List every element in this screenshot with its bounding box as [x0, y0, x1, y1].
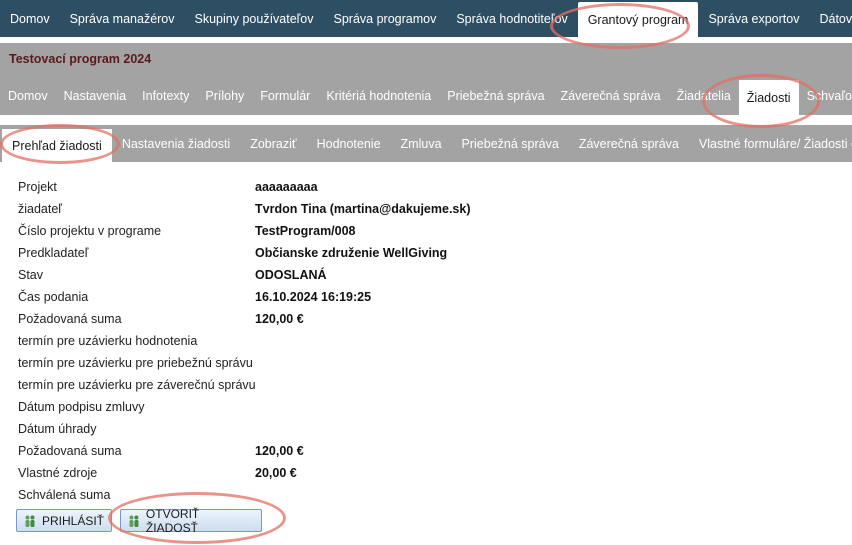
top-tab-grantovy-program[interactable]: Grantový program	[577, 2, 699, 37]
detail-row-predkladatel: Predkladateľ Občianske združenie WellGiv…	[18, 243, 818, 265]
detail-row-ziadatel: žiadateľ Tvrdon Tina (martina@dakujeme.s…	[18, 199, 818, 221]
top-tab-skupiny-pouzivatelov[interactable]: Skupiny používateľov	[185, 0, 324, 37]
detail-label: Stav	[18, 268, 44, 282]
login-button[interactable]: PRIHLÁSIŤ	[16, 509, 112, 532]
detail-row-uzavierka-zaverecna: termín pre uzávierku pre záverečnú správ…	[18, 375, 818, 397]
detail-label: termín pre uzávierku pre záverečnú správ…	[18, 378, 256, 392]
program-tab-prilohy[interactable]: Prílohy	[197, 77, 252, 115]
detail-label: Požadovaná suma	[18, 444, 122, 458]
detail-row-cislo-projektu: Číslo projektu v programe TestProgram/00…	[18, 221, 818, 243]
program-tab-domov[interactable]: Domov	[0, 77, 56, 115]
detail-row-cas-podania: Čas podania 16.10.2024 16:19:25	[18, 287, 818, 309]
program-tab-priebezna-sprava[interactable]: Priebežná správa	[439, 77, 552, 115]
users-icon	[129, 515, 139, 527]
detail-row-uzavierka-priebezna: termín pre uzávierku pre priebežnú správ…	[18, 353, 818, 375]
detail-label: Čas podania	[18, 290, 89, 304]
application-details: Projekt aaaaaaaaa žiadateľ Tvrdon Tina (…	[18, 177, 818, 507]
detail-value: ODOSLANÁ	[255, 268, 327, 282]
program-navigation: Domov Nastavenia Infotexty Prílohy Formu…	[0, 77, 852, 115]
detail-row-pozadovana-suma-2: Požadovaná suma 120,00 €	[18, 441, 818, 463]
detail-row-vlastne-zdroje: Vlastné zdroje 20,00 €	[18, 463, 818, 485]
detail-label: Projekt	[18, 180, 57, 194]
program-tab-infotexty[interactable]: Infotexty	[134, 77, 197, 115]
top-tab-domov[interactable]: Domov	[0, 0, 60, 37]
login-button-label: PRIHLÁSIŤ	[41, 513, 104, 528]
program-tab-nastavenia[interactable]: Nastavenia	[56, 77, 135, 115]
application-tab-prehlad-ziadosti[interactable]: Prehľad žiadosti	[2, 129, 112, 162]
detail-label: Predkladateľ	[18, 246, 89, 260]
detail-row-stav: Stav ODOSLANÁ	[18, 265, 818, 287]
detail-label: Požadovaná suma	[18, 312, 122, 326]
program-tab-ziadatelia[interactable]: Žiadatelia	[669, 77, 739, 115]
detail-value: 16.10.2024 16:19:25	[255, 290, 372, 304]
nav-separator	[0, 115, 852, 125]
detail-row-pozadovana-suma: Požadovaná suma 120,00 €	[18, 309, 818, 331]
detail-row-projekt: Projekt aaaaaaaaa	[18, 177, 818, 199]
application-tab-zobrazit[interactable]: Zobraziť	[240, 125, 306, 162]
detail-row-datum-podpisu: Dátum podpisu zmluvy	[18, 397, 818, 419]
program-title-bar: Testovací program 2024	[0, 43, 852, 77]
detail-label: žiadateľ	[18, 202, 62, 216]
detail-label: Vlastné zdroje	[18, 466, 98, 480]
open-application-button[interactable]: OTVORIŤ ŽIADOSŤ	[120, 506, 262, 535]
application-tab-vlastne-formulare[interactable]: Vlastné formuláre/ Žiadosti o zme	[689, 125, 852, 162]
detail-label: Dátum podpisu zmluvy	[18, 400, 145, 414]
program-title: Testovací program 2024	[9, 52, 152, 66]
top-tab-sprava-exportov[interactable]: Správa exportov	[698, 0, 809, 37]
detail-row-datum-uhrady: Dátum úhrady	[18, 419, 818, 441]
detail-value: aaaaaaaaa	[255, 180, 318, 194]
detail-value: Občianske združenie WellGiving	[255, 246, 448, 260]
detail-label: termín pre uzávierku pre priebežnú správ…	[18, 356, 253, 370]
top-navigation: Domov Správa manažérov Skupiny používate…	[0, 0, 852, 37]
application-tab-priebezna-sprava[interactable]: Priebežná správa	[452, 125, 569, 162]
detail-value: 120,00 €	[255, 312, 304, 326]
detail-value: Tvrdon Tina (martina@dakujeme.sk)	[255, 202, 471, 216]
application-tab-zaverecna-sprava[interactable]: Záverečná správa	[569, 125, 689, 162]
application-tab-hodnotenie[interactable]: Hodnotenie	[307, 125, 391, 162]
top-tab-sprava-programov[interactable]: Správa programov	[324, 0, 447, 37]
top-tab-datove-zdroje[interactable]: Dátové zdr	[809, 0, 852, 37]
program-tab-kriteria-hodnotenia[interactable]: Kritériá hodnotenia	[318, 77, 439, 115]
open-application-button-label: OTVORIŤ ŽIADOSŤ	[145, 506, 200, 535]
detail-label: Schválená suma	[18, 488, 111, 502]
detail-value: 120,00 €	[255, 444, 304, 458]
detail-row-uzavierka-hodnotenia: termín pre uzávierku hodnotenia	[18, 331, 818, 353]
detail-label: termín pre uzávierku hodnotenia	[18, 334, 198, 348]
detail-value: 20,00 €	[255, 466, 297, 480]
top-tab-sprava-hodnotitelov[interactable]: Správa hodnotiteľov	[446, 0, 577, 37]
detail-row-schvalena-suma: Schválená suma	[18, 485, 818, 507]
detail-label: Číslo projektu v programe	[18, 224, 162, 238]
users-icon	[25, 515, 35, 527]
application-navigation: Prehľad žiadosti Nastavenia žiadosti Zob…	[0, 125, 852, 162]
program-tab-zaverecna-sprava[interactable]: Záverečná správa	[553, 77, 669, 115]
application-tab-nastavenia-ziadosti[interactable]: Nastavenia žiadosti	[112, 125, 240, 162]
application-tab-zmluva[interactable]: Zmluva	[391, 125, 452, 162]
program-tab-ziadosti[interactable]: Žiadosti	[738, 80, 799, 115]
top-tab-sprava-manazerov[interactable]: Správa manažérov	[60, 0, 185, 37]
program-tab-schvalovanie[interactable]: Schvaľova	[799, 77, 852, 115]
program-tab-formular[interactable]: Formulár	[252, 77, 318, 115]
detail-label: Dátum úhrady	[18, 422, 97, 436]
detail-value: TestProgram/008	[255, 224, 356, 238]
